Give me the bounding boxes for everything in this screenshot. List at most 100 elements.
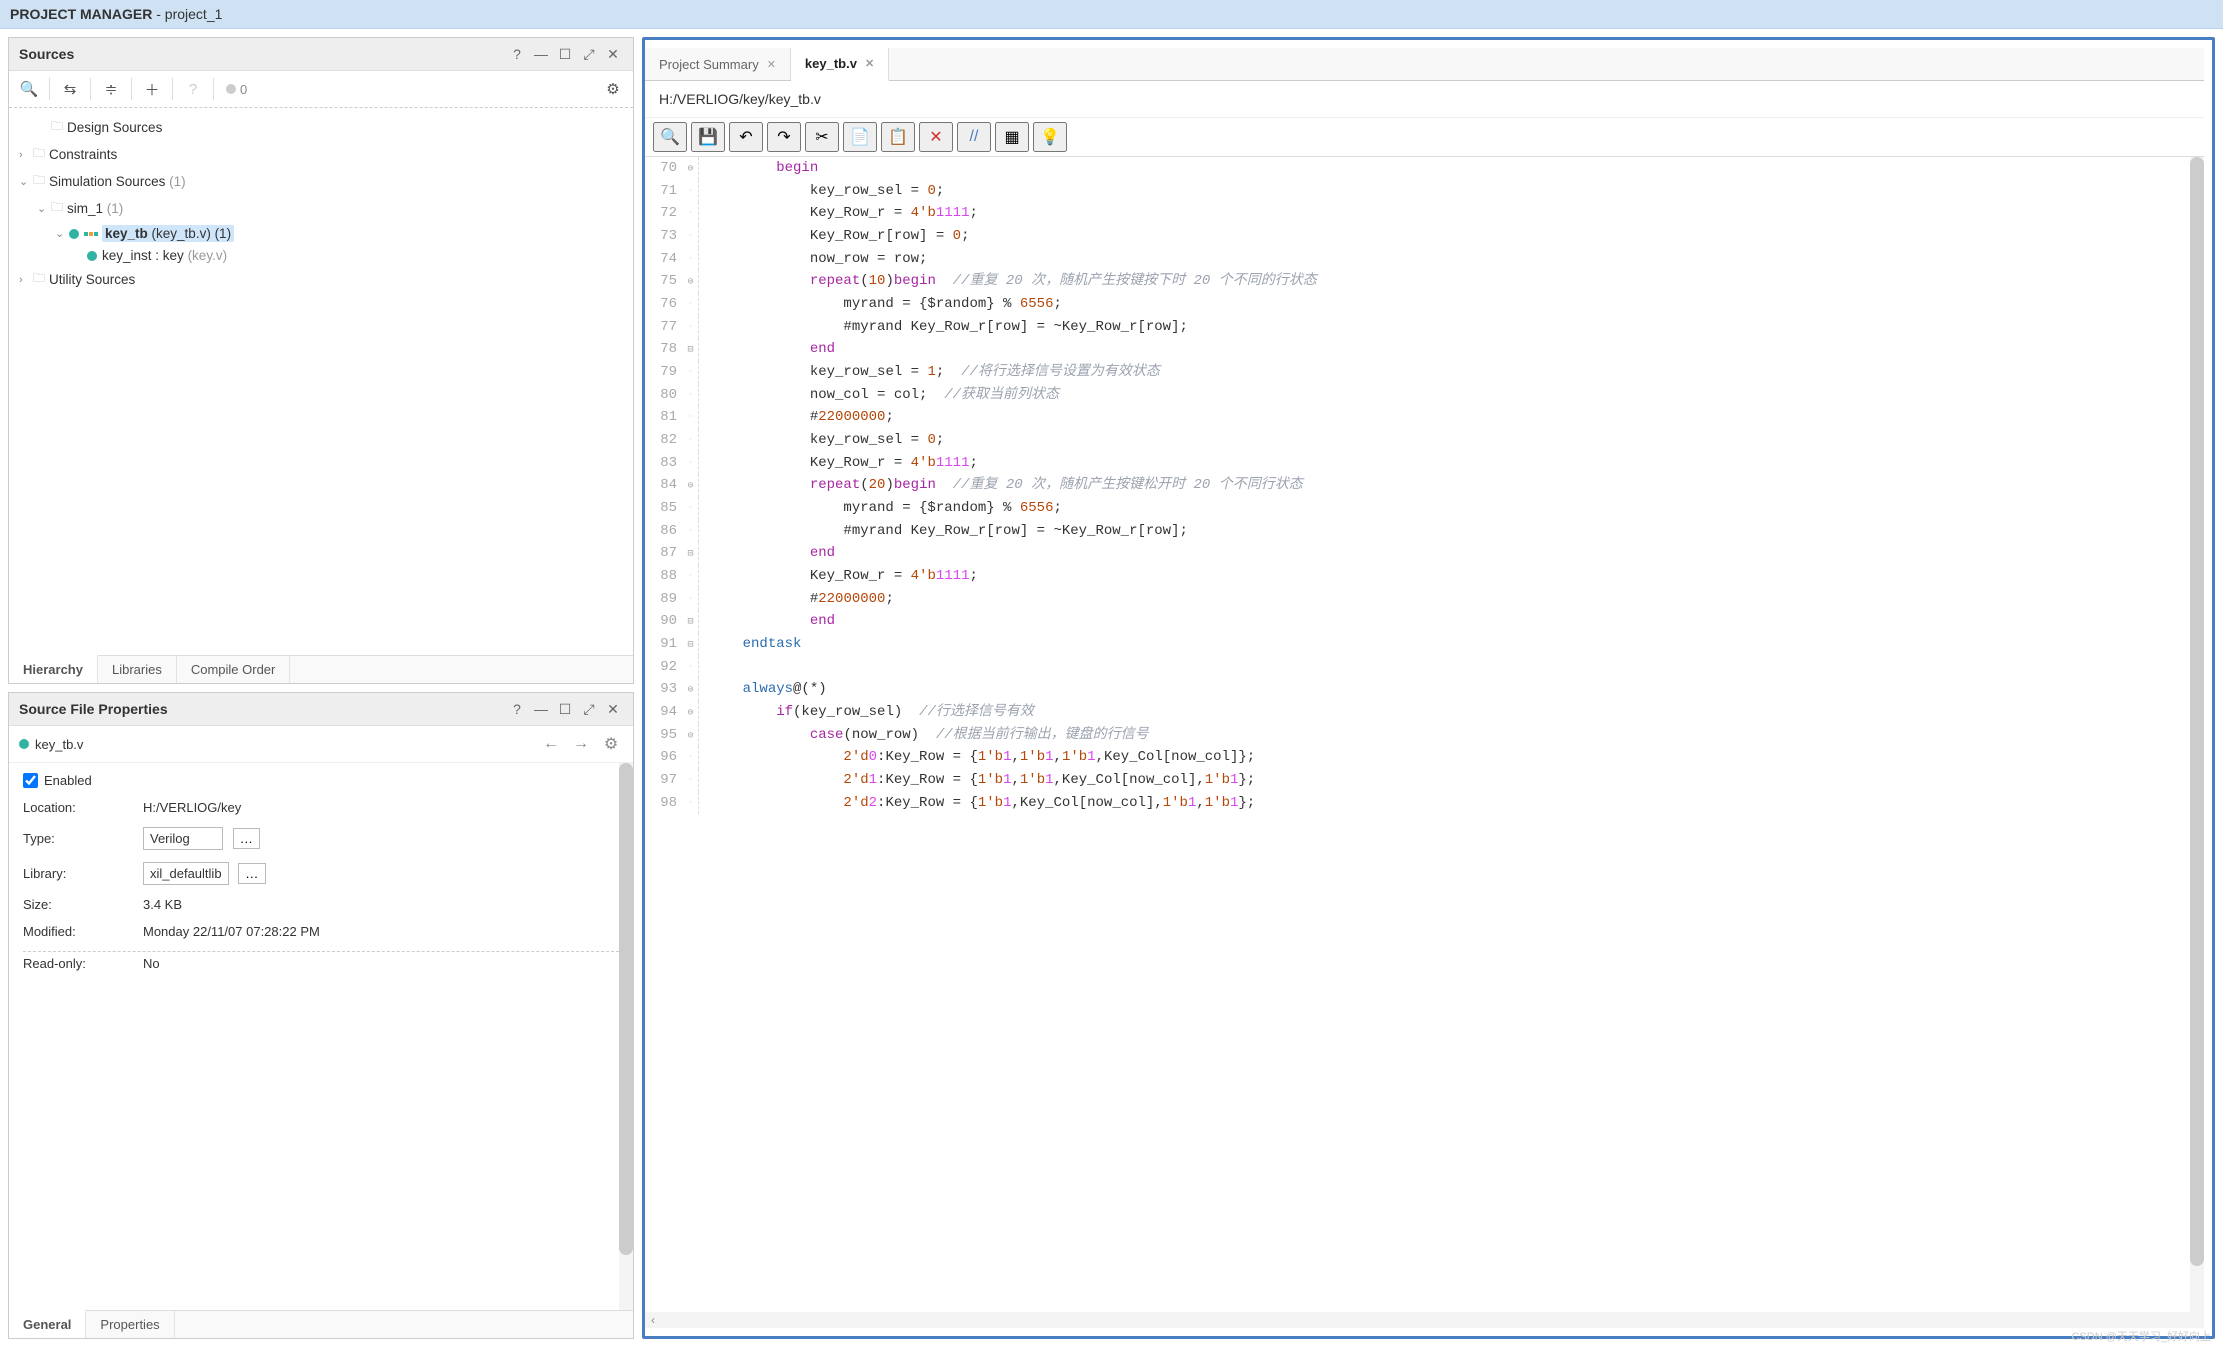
- copy-icon[interactable]: 📄: [843, 122, 877, 152]
- code-line[interactable]: 96· 2'd0:Key_Row = {1'b1,1'b1,1'b1,Key_C…: [645, 746, 2204, 769]
- code-line[interactable]: 81· #22000000;: [645, 406, 2204, 429]
- nav-next-icon[interactable]: →: [569, 732, 593, 756]
- search-icon[interactable]: 🔍: [15, 75, 43, 103]
- fold-gutter[interactable]: ⊖: [683, 157, 699, 180]
- fold-gutter[interactable]: ·: [683, 497, 699, 520]
- code-line[interactable]: 83· Key_Row_r = 4'b1111;: [645, 452, 2204, 475]
- minimize-icon[interactable]: —: [531, 44, 551, 64]
- code-hscroll[interactable]: ‹: [645, 1312, 2204, 1328]
- fold-gutter[interactable]: ⊖: [683, 474, 699, 497]
- bulb-icon[interactable]: 💡: [1033, 122, 1067, 152]
- code-line[interactable]: 73· Key_Row_r[row] = 0;: [645, 225, 2204, 248]
- code-line[interactable]: 78⊟ end: [645, 338, 2204, 361]
- code-line[interactable]: 82· key_row_sel = 0;: [645, 429, 2204, 452]
- library-more-button[interactable]: …: [238, 863, 265, 884]
- fold-gutter[interactable]: ·: [683, 180, 699, 203]
- restore-icon[interactable]: ☐: [555, 44, 575, 64]
- code-line[interactable]: 84⊖ repeat(20)begin //重复 20 次，随机产生按键松开时 …: [645, 474, 2204, 497]
- maximize-icon[interactable]: ⤢: [579, 44, 599, 64]
- help-icon[interactable]: ?: [507, 44, 527, 64]
- info-icon[interactable]: ?: [179, 75, 207, 103]
- tab-libraries[interactable]: Libraries: [98, 656, 177, 683]
- columns-icon[interactable]: ▦: [995, 122, 1029, 152]
- code-line[interactable]: 79· key_row_sel = 1; //将行选择信号设置为有效状态: [645, 361, 2204, 384]
- fold-gutter[interactable]: ⊖: [683, 701, 699, 724]
- tab-key-tb-v[interactable]: key_tb.v ✕: [791, 48, 889, 81]
- library-select[interactable]: xil_defaultlib: [143, 862, 229, 885]
- save-icon[interactable]: 💾: [691, 122, 725, 152]
- undo-icon[interactable]: ↶: [729, 122, 763, 152]
- code-line[interactable]: 92·: [645, 656, 2204, 679]
- code-line[interactable]: 71· key_row_sel = 0;: [645, 180, 2204, 203]
- fold-gutter[interactable]: ⊖: [683, 678, 699, 701]
- nav-prev-icon[interactable]: ←: [539, 732, 563, 756]
- fold-gutter[interactable]: ·: [683, 384, 699, 407]
- restore-icon[interactable]: ☐: [555, 699, 575, 719]
- code-line[interactable]: 91⊟ endtask: [645, 633, 2204, 656]
- tree-design-sources[interactable]: 🗀 Design Sources: [19, 114, 623, 141]
- fold-gutter[interactable]: ⊖: [683, 270, 699, 293]
- close-tab-icon[interactable]: ✕: [767, 58, 776, 71]
- fold-gutter[interactable]: ⊖: [683, 724, 699, 747]
- tree-key-inst[interactable]: key_inst : key (key.v): [19, 245, 623, 266]
- code-line[interactable]: 93⊖ always@(*): [645, 678, 2204, 701]
- tab-project-summary[interactable]: Project Summary ✕: [645, 48, 791, 80]
- cut-icon[interactable]: ✂: [805, 122, 839, 152]
- code-line[interactable]: 75⊖ repeat(10)begin //重复 20 次，随机产生按键按下时 …: [645, 270, 2204, 293]
- close-icon[interactable]: ✕: [603, 44, 623, 64]
- fold-gutter[interactable]: ·: [683, 406, 699, 429]
- close-icon[interactable]: ✕: [603, 699, 623, 719]
- code-line[interactable]: 95⊖ case(now_row) //根据当前行输出，键盘的行信号: [645, 724, 2204, 747]
- code-line[interactable]: 94⊖ if(key_row_sel) //行选择信号有效: [645, 701, 2204, 724]
- fold-gutter[interactable]: ·: [683, 769, 699, 792]
- help-icon[interactable]: ?: [507, 699, 527, 719]
- code-line[interactable]: 97· 2'd1:Key_Row = {1'b1,1'b1,Key_Col[no…: [645, 769, 2204, 792]
- code-line[interactable]: 85· myrand = {$random} % 6556;: [645, 497, 2204, 520]
- fold-gutter[interactable]: ·: [683, 746, 699, 769]
- fold-gutter[interactable]: ·: [683, 588, 699, 611]
- code-line[interactable]: 87⊟ end: [645, 542, 2204, 565]
- code-line[interactable]: 70⊖ begin: [645, 157, 2204, 180]
- settings-icon[interactable]: ⚙: [599, 732, 623, 756]
- code-line[interactable]: 77· #myrand Key_Row_r[row] = ~Key_Row_r[…: [645, 316, 2204, 339]
- scroll-left-icon[interactable]: ‹: [651, 1313, 655, 1327]
- chevron-down-icon[interactable]: ⌄: [19, 175, 33, 188]
- search-icon[interactable]: 🔍: [653, 122, 687, 152]
- tab-hierarchy[interactable]: Hierarchy: [9, 655, 98, 683]
- code-line[interactable]: 90⊟ end: [645, 610, 2204, 633]
- chevron-right-icon[interactable]: ›: [19, 274, 33, 286]
- enabled-checkbox[interactable]: [23, 773, 38, 788]
- fold-gutter[interactable]: ⊟: [683, 610, 699, 633]
- code-line[interactable]: 72· Key_Row_r = 4'b1111;: [645, 202, 2204, 225]
- collapse-all-icon[interactable]: ⇆: [56, 75, 84, 103]
- fold-gutter[interactable]: ·: [683, 202, 699, 225]
- code-line[interactable]: 80· now_col = col; //获取当前列状态: [645, 384, 2204, 407]
- chevron-down-icon[interactable]: ⌄: [55, 227, 69, 240]
- tab-general[interactable]: General: [9, 1310, 86, 1338]
- code-line[interactable]: 76· myrand = {$random} % 6556;: [645, 293, 2204, 316]
- close-tab-icon[interactable]: ✕: [865, 57, 874, 70]
- fold-gutter[interactable]: ·: [683, 520, 699, 543]
- redo-icon[interactable]: ↷: [767, 122, 801, 152]
- fold-gutter[interactable]: ·: [683, 452, 699, 475]
- fold-gutter[interactable]: ·: [683, 792, 699, 815]
- tree-sim-1[interactable]: ⌄🗀 sim_1 (1): [19, 195, 623, 222]
- fold-gutter[interactable]: ⊟: [683, 542, 699, 565]
- type-more-button[interactable]: …: [233, 828, 260, 849]
- delete-icon[interactable]: ✕: [919, 122, 953, 152]
- add-source-icon[interactable]: ＋: [138, 75, 166, 103]
- code-editor[interactable]: 70⊖ begin71· key_row_sel = 0;72· Key_Row…: [645, 157, 2204, 1312]
- paste-icon[interactable]: 📋: [881, 122, 915, 152]
- fold-gutter[interactable]: ·: [683, 225, 699, 248]
- fold-gutter[interactable]: ·: [683, 293, 699, 316]
- chevron-right-icon[interactable]: ›: [19, 149, 33, 161]
- settings-icon[interactable]: ⚙: [599, 75, 627, 103]
- code-line[interactable]: 74· now_row = row;: [645, 248, 2204, 271]
- chevron-down-icon[interactable]: ⌄: [37, 202, 51, 215]
- expand-icon[interactable]: ≑: [97, 75, 125, 103]
- tree-utility-sources[interactable]: ›🗀 Utility Sources: [19, 266, 623, 293]
- fold-gutter[interactable]: ·: [683, 656, 699, 679]
- tree-constraints[interactable]: ›🗀 Constraints: [19, 141, 623, 168]
- tab-compile-order[interactable]: Compile Order: [177, 656, 291, 683]
- fold-gutter[interactable]: ·: [683, 361, 699, 384]
